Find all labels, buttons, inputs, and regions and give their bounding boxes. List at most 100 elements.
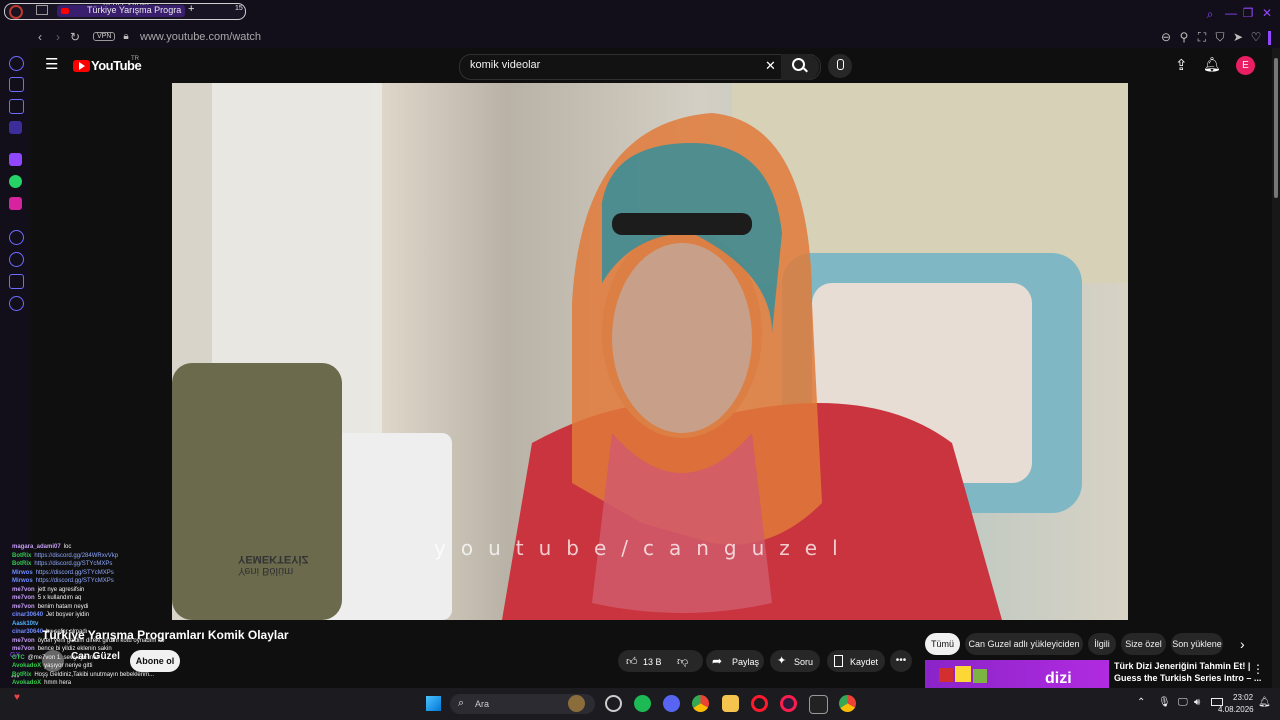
sidebar-toggle[interactable] bbox=[1268, 31, 1271, 45]
workspace-icon[interactable] bbox=[36, 5, 48, 15]
chrome-icon-2[interactable] bbox=[839, 695, 856, 712]
menu-icon[interactable]: ☰ bbox=[45, 57, 58, 72]
shield-icon[interactable]: ⛉ bbox=[1213, 30, 1227, 44]
chat-username[interactable]: AvokadoX bbox=[12, 680, 41, 686]
start-button[interactable] bbox=[426, 696, 441, 711]
vpn-badge[interactable]: VPN bbox=[93, 32, 116, 41]
chat-username[interactable]: me7von bbox=[12, 646, 35, 652]
recommended-title-line1[interactable]: Türk Dizi Jeneriğini Tahmin Et! | bbox=[1114, 661, 1250, 671]
whatsapp-icon[interactable] bbox=[9, 175, 22, 188]
filter-chip-related[interactable]: İlgili bbox=[1088, 633, 1116, 655]
aria-icon[interactable] bbox=[9, 56, 24, 71]
clock-time[interactable]: 23:02 bbox=[1233, 693, 1253, 702]
scrollbar-thumb[interactable] bbox=[1274, 58, 1278, 198]
tray-chevron-icon[interactable]: ⌃ bbox=[1137, 697, 1145, 708]
chat-message: me7von bence bi yildiz eklenin sakin bbox=[12, 646, 112, 653]
opera-logo-icon[interactable] bbox=[9, 5, 23, 19]
player-icon[interactable] bbox=[9, 230, 24, 245]
clear-search-icon[interactable]: ✕ bbox=[765, 58, 776, 74]
filter-chip-uploader[interactable]: Can Guzel adlı yükleyiciden bbox=[965, 633, 1083, 655]
history-icon[interactable] bbox=[9, 252, 24, 267]
video-watermark: youtube/canguzel bbox=[434, 536, 853, 560]
tab-title[interactable]: Türkiye Yarışma Progra bbox=[87, 5, 181, 15]
search-tabs-icon[interactable]: ⌕ bbox=[1203, 7, 1217, 21]
mic-tray-icon[interactable]: 🎙︎ bbox=[1158, 697, 1171, 708]
chat-message: BotRix https://discord.gg/STYcMXPs bbox=[12, 561, 112, 568]
network-icon[interactable]: 🖵 bbox=[1178, 697, 1188, 708]
filter-chip-all[interactable]: Tümü bbox=[925, 633, 960, 655]
twitch-icon[interactable] bbox=[9, 153, 22, 166]
thumb-badge bbox=[939, 668, 953, 682]
chat-username[interactable]: magara_adami07 bbox=[12, 544, 61, 550]
notification-bell-icon[interactable]: 🔔︎ bbox=[1258, 697, 1271, 708]
chat-username[interactable]: me7von bbox=[12, 604, 35, 610]
filter-chip-recent[interactable]: Son yüklene bbox=[1171, 633, 1223, 655]
ask-label: Soru bbox=[794, 657, 814, 667]
instagram-icon[interactable] bbox=[9, 197, 22, 210]
url-text[interactable]: www.youtube.com/watch bbox=[140, 31, 261, 43]
bag-icon[interactable] bbox=[9, 77, 24, 92]
reload-icon[interactable]: ↻ bbox=[68, 30, 82, 44]
kebab-menu-icon[interactable]: ⋮ bbox=[1252, 662, 1264, 676]
recommended-title-line2[interactable]: Guess the Turkish Series Intro – ... bbox=[1114, 673, 1261, 683]
chat-username[interactable]: AvokadoX bbox=[12, 663, 41, 669]
discord-icon[interactable] bbox=[663, 695, 680, 712]
chat-message: Mirwos https://discord.gg/STYcMXPs bbox=[12, 578, 114, 585]
video-player[interactable]: youtube/canguzel Yeni Bölüm YEMEKTEYİZ bbox=[172, 83, 1128, 620]
chat-username[interactable]: BotRix bbox=[12, 672, 31, 678]
minimize-icon[interactable]: — bbox=[1224, 6, 1238, 20]
avatar[interactable]: E bbox=[1236, 56, 1255, 75]
taskbar-app-icon[interactable] bbox=[605, 695, 622, 712]
chat-username[interactable]: me7von bbox=[12, 587, 35, 593]
send-icon[interactable]: ➤ bbox=[1231, 30, 1245, 44]
settings-icon[interactable] bbox=[9, 296, 24, 311]
new-tab-button[interactable]: + bbox=[188, 3, 194, 15]
clock-date[interactable]: 4.08.2026 bbox=[1218, 705, 1254, 714]
filter-chip-for-you[interactable]: Size özel bbox=[1121, 633, 1166, 655]
thumb-badge bbox=[955, 666, 971, 682]
chat-username[interactable]: Aask10tv bbox=[12, 621, 38, 627]
volume-icon[interactable]: 🔊︎ bbox=[1194, 697, 1200, 708]
pin-icon[interactable] bbox=[9, 274, 24, 289]
chat-username[interactable]: me7von bbox=[12, 638, 35, 644]
chat-username[interactable]: BotRix bbox=[12, 561, 31, 567]
close-window-icon[interactable]: ✕ bbox=[1260, 6, 1274, 20]
extension-icon[interactable]: ⚲ bbox=[1177, 30, 1191, 44]
dislike-icon[interactable]: 👎︎ bbox=[677, 655, 688, 668]
opera-gx-icon[interactable] bbox=[780, 695, 797, 712]
recommended-thumbnail[interactable]: dizi bbox=[925, 660, 1109, 688]
restore-icon[interactable]: ❐ bbox=[1241, 6, 1255, 20]
notifications-icon[interactable]: 🔔︎ bbox=[1203, 56, 1221, 73]
chat-username[interactable]: me7von bbox=[12, 595, 35, 601]
back-icon[interactable]: ‹ bbox=[33, 30, 47, 44]
search-input[interactable]: komik videolar bbox=[470, 59, 540, 71]
messenger-icon[interactable] bbox=[9, 121, 22, 134]
upload-icon[interactable]: ⇪ bbox=[1175, 56, 1188, 74]
share-label: Paylaş bbox=[732, 657, 760, 667]
chat-message: GTC @me7von 1. seviyeye iner bbox=[12, 655, 98, 662]
zoom-icon[interactable]: ⊖ bbox=[1159, 30, 1173, 44]
opera-icon[interactable] bbox=[751, 695, 768, 712]
chevron-right-icon[interactable]: › bbox=[1240, 636, 1245, 652]
tab-strip[interactable]: HEDEF ABONE Türkiye Yarışma Progra + 15 bbox=[4, 2, 246, 20]
chrome-icon[interactable] bbox=[692, 695, 709, 712]
terminal-icon[interactable] bbox=[809, 695, 828, 714]
chat-username[interactable]: Mirwos bbox=[12, 570, 33, 576]
chat-username[interactable]: Mirwos bbox=[12, 578, 33, 584]
chat-text: hmm hera bbox=[44, 680, 72, 686]
chat-message: cinar30640 bu sefer olmadı bbox=[12, 629, 87, 636]
chat-username[interactable]: cinar30640 bbox=[12, 629, 43, 635]
more-actions-button[interactable]: ••• bbox=[890, 650, 912, 672]
file-explorer-icon[interactable] bbox=[722, 695, 739, 712]
forward-icon[interactable]: › bbox=[51, 30, 65, 44]
chat-username[interactable]: BotRix bbox=[12, 553, 31, 559]
spotify-icon[interactable] bbox=[634, 695, 651, 712]
chat-username[interactable]: cinar30640 bbox=[12, 612, 43, 618]
page-scrollbar[interactable] bbox=[1272, 48, 1280, 688]
chat-bubble-icon[interactable] bbox=[9, 99, 24, 114]
snapshot-icon[interactable]: ⛶ bbox=[1195, 30, 1209, 44]
heart-icon[interactable]: ♡ bbox=[1249, 30, 1263, 44]
chat-username[interactable]: GTC bbox=[12, 655, 25, 661]
chat-text: bence bi yildiz eklenin sakin bbox=[37, 646, 112, 652]
taskbar-app-icon[interactable] bbox=[568, 695, 585, 712]
